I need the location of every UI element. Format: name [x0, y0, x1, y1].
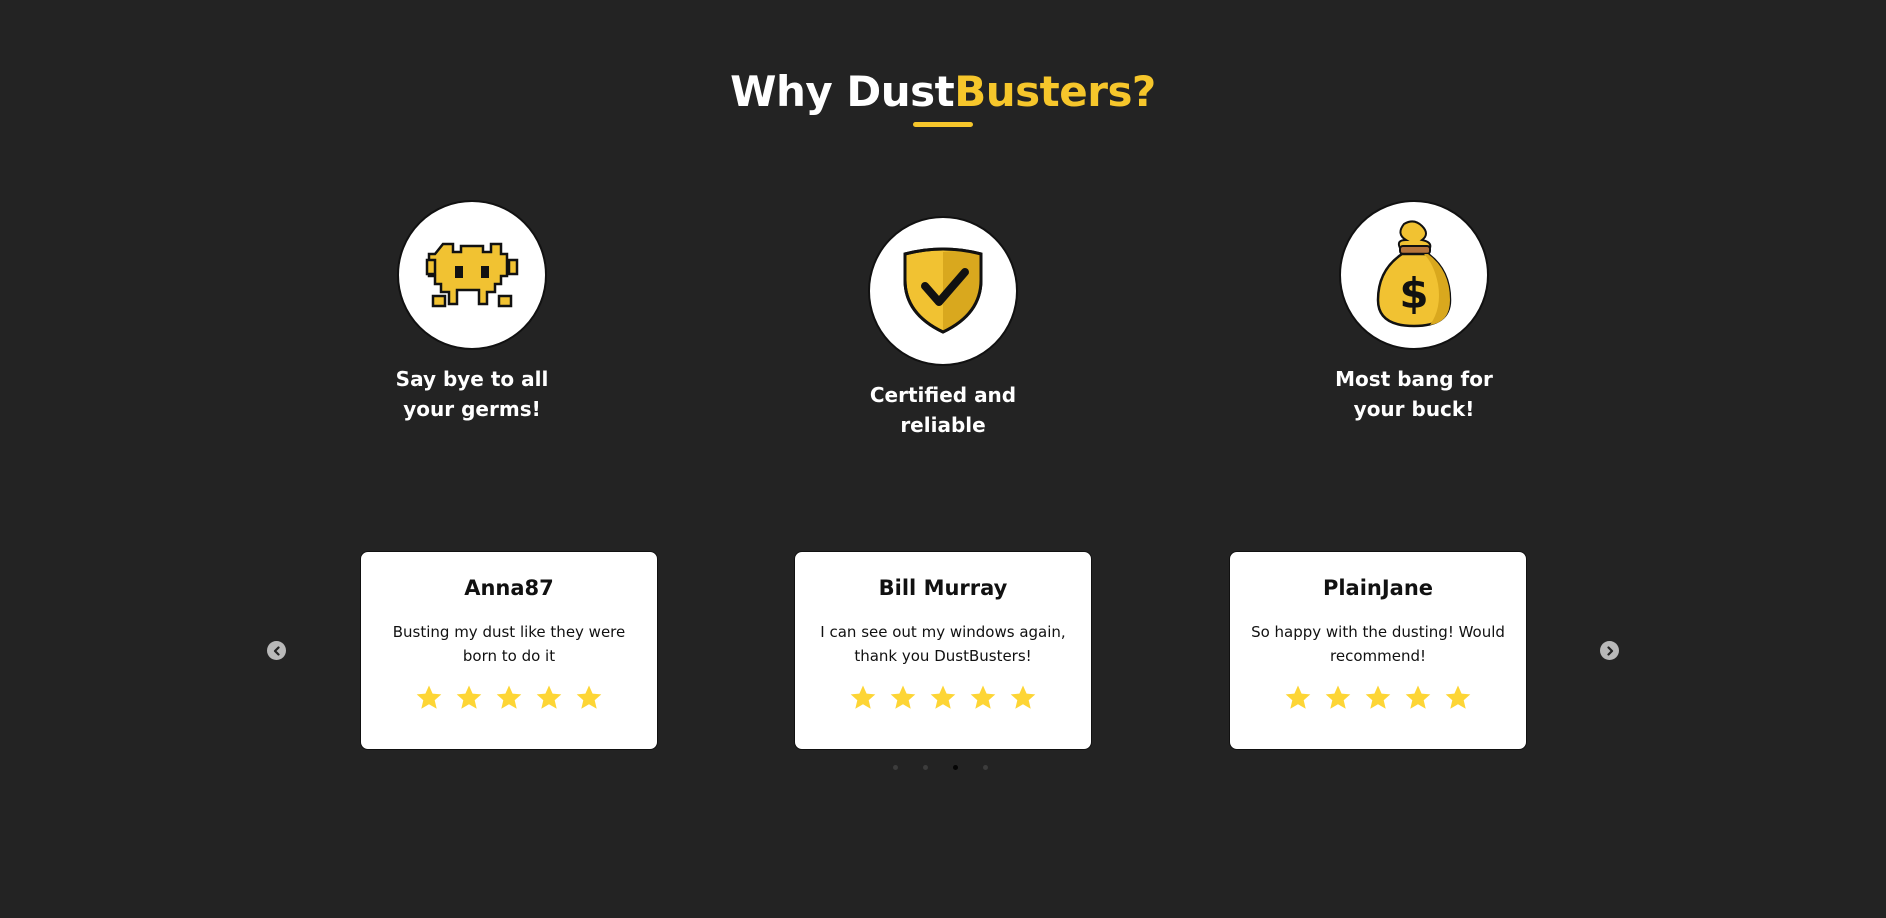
feature-germs: Say bye to all your germs!: [342, 200, 602, 424]
feature-icon-circle: [868, 216, 1018, 366]
star-icon: [456, 685, 482, 709]
feature-label: Most bang for your buck!: [1335, 367, 1493, 421]
carousel-pagination: [893, 765, 988, 770]
star-icon: [1285, 685, 1311, 709]
star-icon: [1365, 685, 1391, 709]
feature-value: $ Most bang for your buck!: [1284, 200, 1544, 424]
carousel-dot[interactable]: [923, 765, 928, 770]
money-bag-icon: $: [1376, 220, 1452, 328]
why-section: Why DustBusters? Say bye to all your ger…: [0, 0, 1886, 918]
review-text: So happy with the dusting! Would recomme…: [1251, 623, 1505, 665]
star-rating: [795, 684, 1091, 712]
reviewer-name: PlainJane: [1322, 576, 1434, 600]
feature-certified: Certified and reliable: [813, 216, 1073, 440]
section-heading: Why DustBusters?: [0, 62, 1886, 122]
feature-icon-circle: [397, 200, 547, 350]
heading-part-accent: Busters?: [954, 67, 1156, 116]
feature-label: Say bye to all your germs!: [395, 367, 549, 421]
review-text: Busting my dust like they were born to d…: [392, 623, 626, 665]
carousel-prev-button[interactable]: [267, 641, 286, 660]
chevron-left-icon: [273, 645, 280, 656]
star-icon: [930, 685, 956, 709]
star-icon: [536, 685, 562, 709]
star-icon: [970, 685, 996, 709]
review-text: I can see out my windows again, thank yo…: [820, 623, 1066, 665]
star-icon: [1445, 685, 1471, 709]
carousel-dot[interactable]: [983, 765, 988, 770]
star-icon: [416, 685, 442, 709]
testimonial-card: Anna87 Busting my dust like they were bo…: [360, 551, 658, 750]
star-icon: [496, 685, 522, 709]
reviewer-name: Anna87: [464, 576, 554, 600]
feature-icon-circle: $: [1339, 200, 1489, 350]
heading-part-white: Why Dust: [730, 67, 955, 116]
testimonial-card: Bill Murray I can see out my windows aga…: [794, 551, 1092, 750]
star-icon: [1010, 685, 1036, 709]
star-icon: [890, 685, 916, 709]
carousel-dot[interactable]: [893, 765, 898, 770]
star-icon: [1405, 685, 1431, 709]
star-icon: [1325, 685, 1351, 709]
svg-text:$: $: [1399, 269, 1428, 318]
feature-label: Certified and reliable: [869, 383, 1017, 437]
carousel-dot[interactable]: [953, 765, 958, 770]
testimonial-card: PlainJane So happy with the dusting! Wou…: [1229, 551, 1527, 750]
star-icon: [850, 685, 876, 709]
carousel-next-button[interactable]: [1600, 641, 1619, 660]
pixel-germ-icon: [425, 242, 519, 308]
star-rating: [361, 684, 657, 712]
heading-underline: [913, 122, 973, 127]
star-rating: [1230, 684, 1526, 712]
chevron-right-icon: [1606, 645, 1613, 656]
reviewer-name: Bill Murray: [878, 576, 1008, 600]
shield-check-icon: [903, 247, 983, 334]
star-icon: [576, 685, 602, 709]
